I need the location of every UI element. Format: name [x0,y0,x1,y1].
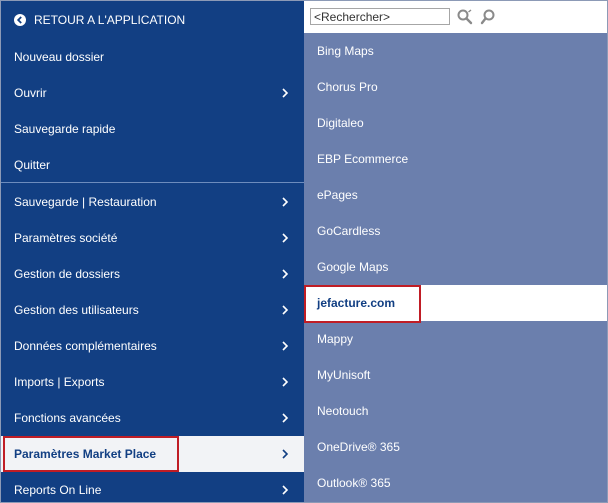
chevron-right-icon [280,88,290,98]
chevron-right-icon [280,449,290,459]
menu-item-quitter[interactable]: Quitter [1,147,304,183]
market-place-item-outlook-365[interactable]: Outlook® 365 [304,465,607,501]
market-place-item-label: Digitaleo [317,116,364,130]
market-place-item-epages[interactable]: ePages [304,177,607,213]
menu-item-sauvegarde-rapide[interactable]: Sauvegarde rapide [1,111,304,147]
market-place-item-google-maps[interactable]: Google Maps [304,249,607,285]
market-place-item-label: MyUnisoft [317,368,371,382]
market-place-item-digitaleo[interactable]: Digitaleo [304,105,607,141]
menu-item-reports-on-line[interactable]: Reports On Line [1,472,304,502]
market-place-item-mappy[interactable]: Mappy [304,321,607,357]
back-arrow-icon [14,14,26,26]
chevron-right-icon [280,377,290,387]
menu-item-label: Données complémentaires [14,339,157,353]
menu-item-label: Quitter [14,158,51,172]
market-place-item-label: Mappy [317,332,354,346]
back-to-application-button[interactable]: RETOUR A L'APPLICATION [1,2,304,38]
menu-item-sauvegarde-restauration[interactable]: Sauvegarde | Restauration [1,184,304,220]
market-place-item-bing-maps[interactable]: Bing Maps [304,33,607,69]
menu-item-label: Fonctions avancées [14,411,121,425]
market-place-item-label: Chorus Pro [317,80,378,94]
market-place-item-label: Bing Maps [317,44,374,58]
menu-item-label: Ouvrir [14,86,47,100]
menu-item-gestion-des-utilisateurs[interactable]: Gestion des utilisateurs [1,292,304,328]
menu-item-label: Nouveau dossier [14,50,105,64]
menu-item-label: Imports | Exports [14,375,105,389]
menu-item-imports-exports[interactable]: Imports | Exports [1,364,304,400]
menu-item-gestion-de-dossiers[interactable]: Gestion de dossiers [1,256,304,292]
menu-item-label: Gestion de dossiers [14,267,121,281]
left-menu: RETOUR A L'APPLICATION Nouveau dossier O… [1,1,304,502]
search-bar [304,1,607,33]
chevron-right-icon [280,233,290,243]
chevron-right-icon [280,269,290,279]
menu-item-label: Sauvegarde | Restauration [14,195,157,209]
market-place-item-myunisoft[interactable]: MyUnisoft [304,357,607,393]
menu-item-label: Paramètres société [14,231,118,245]
market-place-item-ebp-ecommerce[interactable]: EBP Ecommerce [304,141,607,177]
menu-item-fonctions-avancees[interactable]: Fonctions avancées [1,400,304,436]
market-place-panel: Bing Maps Chorus Pro Digitaleo EBP Ecomm… [304,1,607,502]
chevron-right-icon [280,485,290,495]
market-place-item-label: GoCardless [317,224,381,238]
market-place-item-label: ePages [317,188,358,202]
menu-divider [1,182,304,183]
menu-item-label: Sauvegarde rapide [14,122,116,136]
application-menu-window: RETOUR A L'APPLICATION Nouveau dossier O… [0,0,608,503]
menu-item-label: Reports On Line [14,483,102,497]
market-place-item-neotouch[interactable]: Neotouch [304,393,607,429]
menu-item-label: Gestion des utilisateurs [14,303,139,317]
market-place-item-label: Neotouch [317,404,369,418]
chevron-right-icon [280,197,290,207]
market-place-item-label: Google Maps [317,260,389,274]
market-place-item-label: OneDrive® 365 [317,440,400,454]
market-place-item-onedrive-365[interactable]: OneDrive® 365 [304,429,607,465]
chevron-right-icon [280,305,290,315]
menu-item-nouveau-dossier[interactable]: Nouveau dossier [1,39,304,75]
highlight-box-market-place [3,436,179,472]
market-place-item-gocardless[interactable]: GoCardless [304,213,607,249]
menu-item-ouvrir[interactable]: Ouvrir [1,75,304,111]
chevron-right-icon [280,341,290,351]
search-input[interactable] [310,8,450,25]
back-to-application-label: RETOUR A L'APPLICATION [34,13,186,27]
menu-item-donnees-complementaires[interactable]: Données complémentaires [1,328,304,364]
market-place-item-chorus-pro[interactable]: Chorus Pro [304,69,607,105]
highlight-box-jefacture [304,285,421,323]
search-next-icon[interactable] [480,8,498,26]
market-place-item-label: Outlook® 365 [317,476,391,490]
chevron-right-icon [280,413,290,423]
menu-item-parametres-societe[interactable]: Paramètres société [1,220,304,256]
search-icon[interactable] [456,8,474,26]
market-place-item-label: EBP Ecommerce [317,152,409,166]
